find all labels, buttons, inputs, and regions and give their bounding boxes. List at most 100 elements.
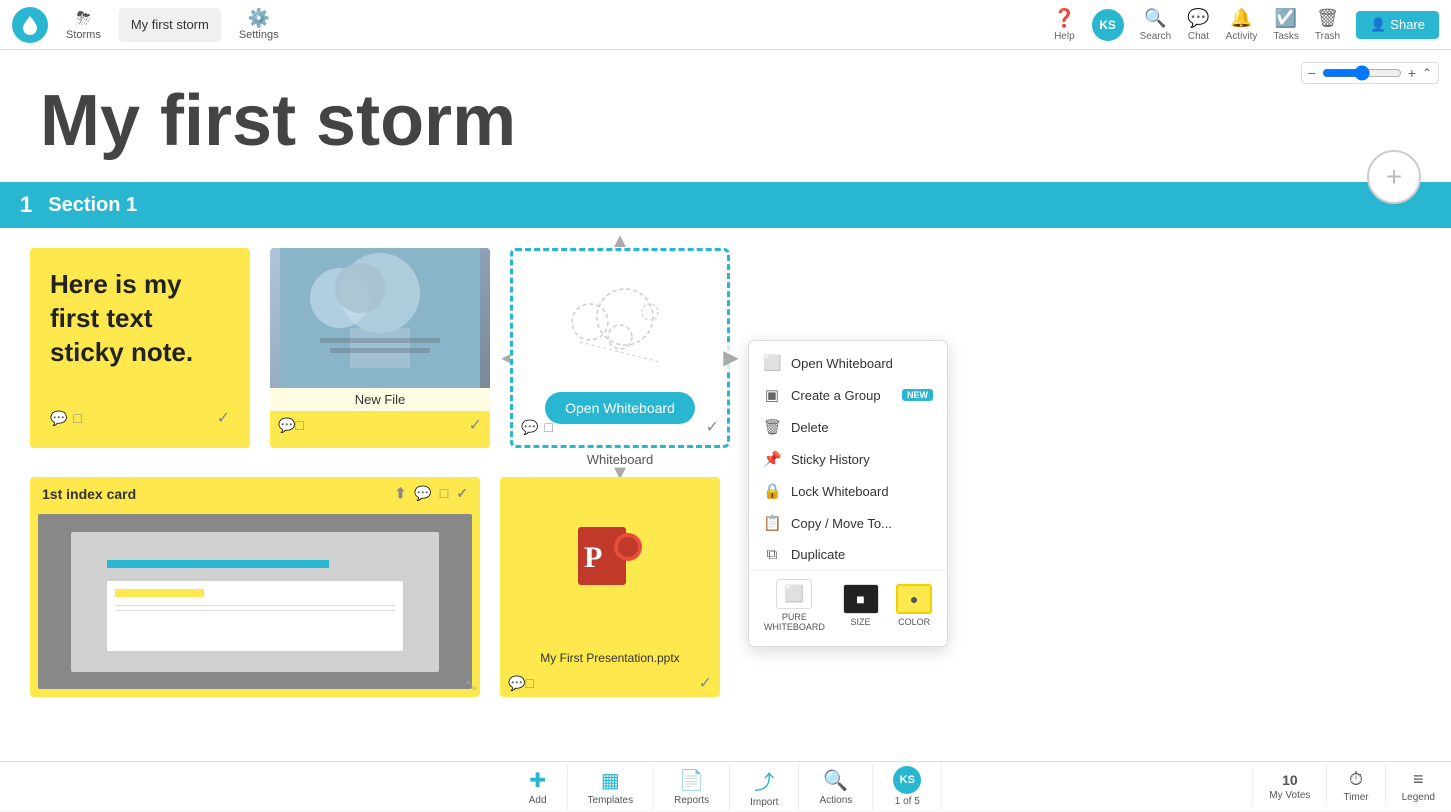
chat-button[interactable]: 💬 Chat [1187, 8, 1209, 42]
zoom-expand[interactable]: ⌃ [1422, 66, 1432, 80]
pure-wb-icon-box: ⬜ [776, 579, 812, 609]
toolbar-import[interactable]: ⤴ Import [730, 762, 799, 812]
svg-text:P: P [584, 541, 602, 574]
activity-button[interactable]: 🔔 Activity [1226, 8, 1258, 42]
zoom-in-button[interactable]: + [1408, 65, 1416, 81]
pptx-preview: P [500, 477, 720, 647]
wb-attach-icon: □ [544, 419, 552, 435]
create-group-icon: ▣ [763, 386, 781, 404]
search-icon: 🔍 [1144, 8, 1166, 29]
activity-icon: 🔔 [1230, 8, 1252, 29]
index-header: 1st index card ⬆ 💬 □ ✓ [30, 477, 480, 510]
arrow-right[interactable]: ▶ [718, 345, 744, 371]
comment-icon: 💬 [50, 410, 67, 427]
actions-label: Actions [819, 795, 852, 806]
idx-attach-icon: □ [440, 485, 448, 502]
new-badge: NEW [902, 389, 933, 401]
whiteboard-card[interactable]: Open Whiteboard 💬 □ ✓ [510, 248, 730, 448]
tasks-button[interactable]: ☑️ Tasks [1273, 8, 1299, 42]
zoom-slider[interactable] [1322, 65, 1402, 81]
my-votes-button[interactable]: 10 My Votes [1252, 768, 1326, 805]
size-tool[interactable]: ■ SIZE [843, 584, 879, 627]
pptx-check-icon: ✓ [699, 673, 712, 693]
votes-label: My Votes [1269, 790, 1310, 801]
idx-comment-icon: 💬 [414, 485, 431, 502]
trash-button[interactable]: 🗑 Trash [1315, 8, 1340, 42]
timer-icon: ⏱ [1349, 769, 1363, 790]
whiteboard-card-wrapper: ▲ ◀ Open Whiteboard 💬 □ ✓ [510, 248, 730, 467]
whiteboard-footer: 💬 □ ✓ [521, 417, 719, 437]
help-icon: ❓ [1053, 8, 1075, 29]
page-title: My first storm [0, 50, 1451, 182]
pptx-comment-icon: 💬 [508, 675, 525, 692]
file-label: New File [270, 388, 490, 411]
toolbar-actions[interactable]: 🔍 Actions [799, 764, 873, 810]
user-avatar[interactable]: KS [1092, 9, 1124, 41]
menu-copy-move[interactable]: 📋 Copy / Move To... [749, 507, 947, 539]
main-canvas: − + ⌃ + My first storm 1 Section 1 Here … [0, 50, 1451, 761]
zoom-out-button[interactable]: − [1308, 65, 1316, 81]
add-label: Add [529, 795, 547, 806]
import-icon: ⤴ [754, 766, 774, 795]
file-card[interactable]: New File 💬 □ ✓ [270, 248, 490, 448]
cards-area: Here is my first text sticky note. 💬 □ ✓ [0, 228, 1451, 487]
pure-whiteboard-tool[interactable]: ⬜ PUREWHITEBOARD [764, 579, 825, 632]
menu-delete[interactable]: 🗑 Delete [749, 411, 947, 443]
menu-duplicate[interactable]: ⧉ Duplicate [749, 539, 947, 570]
sticky-footer: 💬 □ ✓ [50, 408, 230, 428]
check-icon: ✓ [217, 408, 230, 428]
attach-icon: □ [73, 410, 81, 426]
menu-bottom-tools: ⬜ PUREWHITEBOARD ■ SIZE ● COLOR [749, 570, 947, 640]
import-label: Import [750, 797, 778, 808]
votes-icon: 10 [1282, 772, 1298, 788]
section-header: 1 Section 1 [0, 182, 1451, 228]
toolbar-user[interactable]: KS 1 of 5 [873, 762, 942, 811]
share-button[interactable]: 👤 Share [1356, 11, 1439, 39]
navbar-right: ❓ Help KS 🔍 Search 💬 Chat 🔔 Activity ☑️ … [1053, 8, 1439, 42]
menu-open-whiteboard[interactable]: ⬜ Open Whiteboard [749, 347, 947, 379]
timer-button[interactable]: ⏱ Timer [1326, 765, 1384, 807]
color-tool[interactable]: ● COLOR [896, 584, 932, 627]
lock-icon: 🔒 [763, 482, 781, 500]
storms-icon: ⛈ [76, 8, 90, 29]
user-count-label: 1 of 5 [895, 796, 920, 807]
templates-icon: ▦ [601, 768, 620, 793]
section-title: Section 1 [48, 194, 137, 217]
index-label: 1st index card [42, 486, 136, 502]
reports-label: Reports [674, 795, 709, 806]
upload-icon: ⬆ [395, 485, 407, 502]
add-circle-button[interactable]: + [1367, 150, 1421, 204]
search-button[interactable]: 🔍 Search [1140, 8, 1172, 42]
toolbar-add[interactable]: ✚ Add [509, 764, 568, 810]
idx-check-icon: ✓ [456, 485, 468, 502]
templates-label: Templates [588, 795, 634, 806]
legend-icon: ≡ [1413, 769, 1424, 790]
sticky-note-card[interactable]: Here is my first text sticky note. 💬 □ ✓ [30, 248, 250, 448]
copy-move-label: Copy / Move To... [791, 516, 892, 531]
tasks-icon: ☑️ [1275, 8, 1297, 29]
toolbar-templates[interactable]: ▦ Templates [568, 764, 655, 810]
copy-icon: 📋 [763, 514, 781, 532]
size-icon-box: ■ [843, 584, 879, 614]
preview-blue-bar [107, 560, 328, 568]
current-tab[interactable]: My first storm [119, 8, 221, 42]
pptx-card[interactable]: P My First Presentation.pptx 💬 □ ✓ [500, 477, 720, 697]
index-preview-inner [71, 532, 440, 672]
index-preview [38, 514, 472, 689]
index-card[interactable]: 1st index card ⬆ 💬 □ ✓ [30, 477, 480, 697]
menu-sticky-history[interactable]: 📌 Sticky History [749, 443, 947, 475]
app-logo[interactable] [12, 7, 48, 43]
resize-handle[interactable]: ⤡ [466, 678, 476, 693]
legend-button[interactable]: ≡ Legend [1385, 765, 1451, 807]
menu-create-group[interactable]: ▣ Create a Group NEW [749, 379, 947, 411]
help-button[interactable]: ❓ Help [1053, 8, 1075, 42]
settings-nav[interactable]: ⚙️ Settings [229, 4, 289, 45]
storms-nav[interactable]: ⛈ Storms [56, 4, 111, 45]
storms-label: Storms [66, 29, 101, 41]
menu-lock-whiteboard[interactable]: 🔒 Lock Whiteboard [749, 475, 947, 507]
section-number: 1 [20, 192, 32, 218]
toolbar-reports[interactable]: 📄 Reports [654, 764, 730, 810]
trash-icon: 🗑 [1316, 8, 1339, 29]
cards-row2: 1st index card ⬆ 💬 □ ✓ [0, 477, 1451, 717]
color-icon-box: ● [896, 584, 932, 614]
